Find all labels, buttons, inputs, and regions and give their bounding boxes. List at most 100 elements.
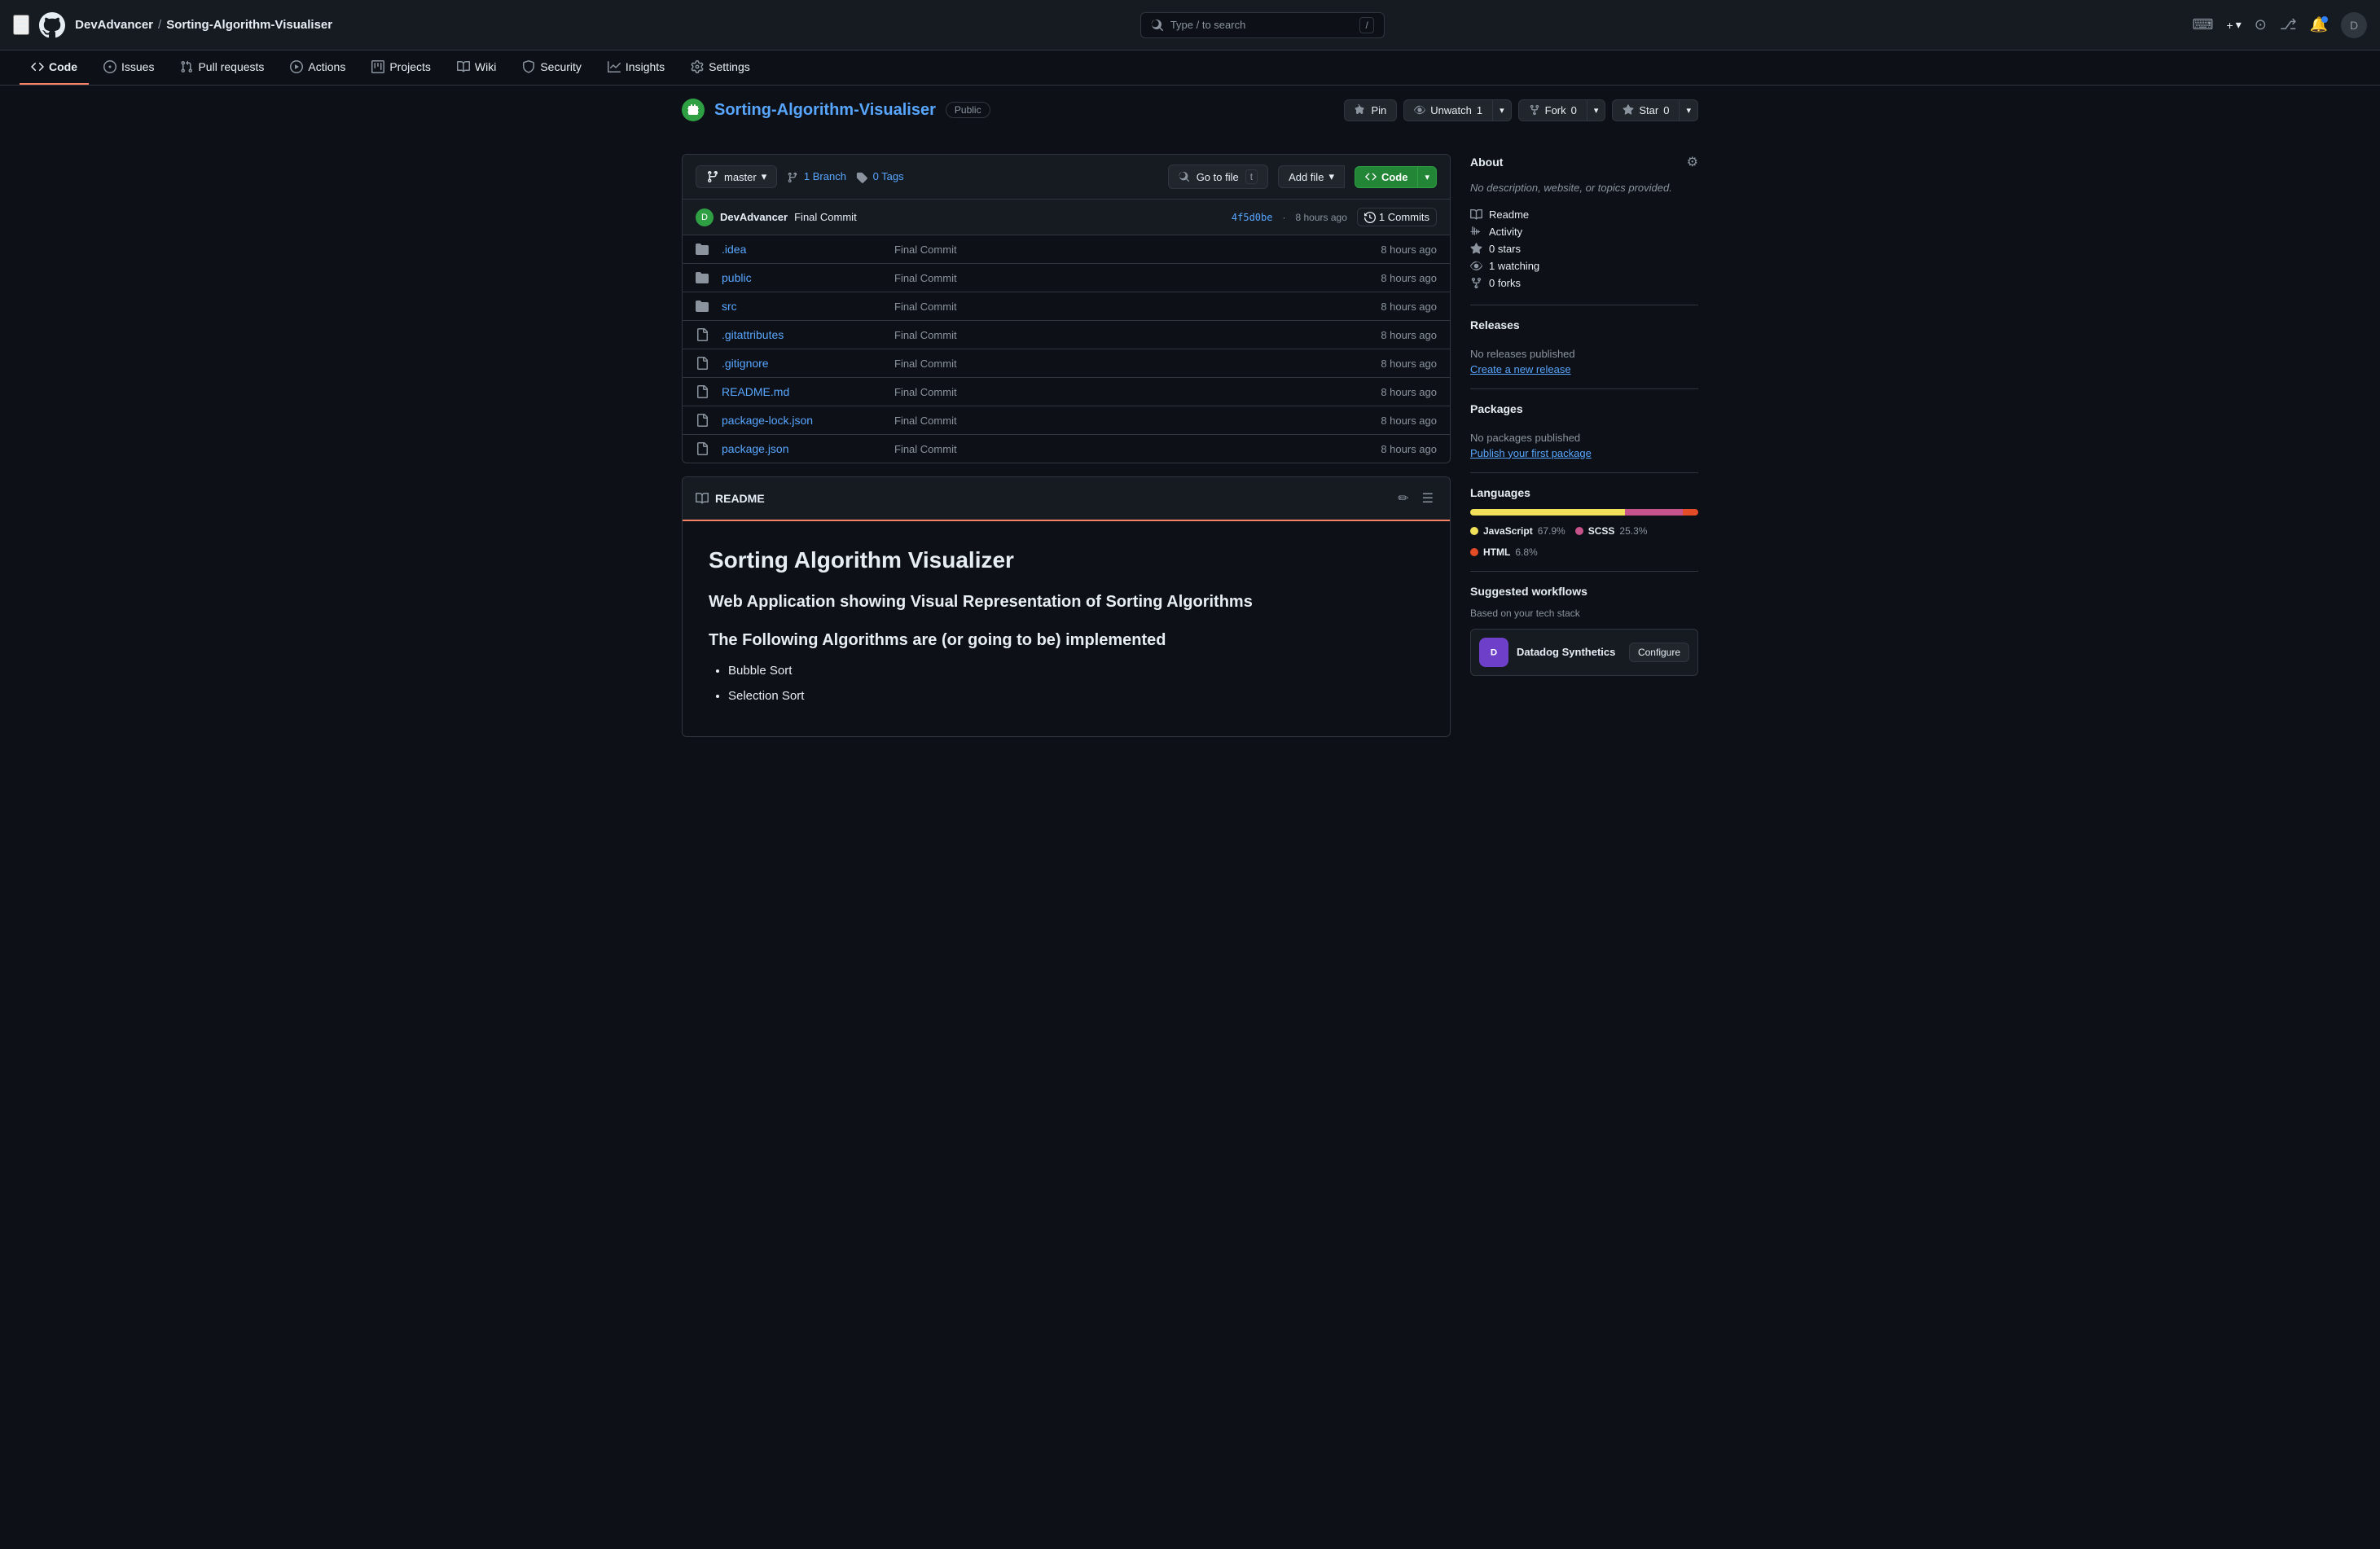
file-name[interactable]: .gitignore — [722, 357, 885, 370]
notifications-button[interactable]: 🔔 — [2310, 16, 2328, 33]
packages-none-text: No packages published — [1470, 432, 1698, 444]
tab-actions[interactable]: Actions — [279, 50, 357, 85]
search-bar[interactable]: Type / to search / — [1140, 12, 1385, 38]
about-link-readme[interactable]: Readme — [1470, 206, 1698, 223]
tab-settings[interactable]: Settings — [679, 50, 762, 85]
releases-create-link[interactable]: Create a new release — [1470, 363, 1698, 375]
breadcrumb: DevAdvancer / Sorting-Algorithm-Visualis… — [75, 18, 332, 32]
commit-hash[interactable]: 4f5d0be — [1232, 212, 1273, 223]
fork-count: 0 — [1571, 104, 1577, 116]
file-icon — [696, 442, 709, 455]
tab-actions-label: Actions — [308, 60, 345, 73]
file-name[interactable]: src — [722, 300, 885, 313]
about-link-activity[interactable]: Activity — [1470, 223, 1698, 240]
user-avatar[interactable]: D — [2341, 12, 2367, 38]
create-new-button[interactable]: + ▾ — [2227, 18, 2242, 32]
issues-button[interactable]: ⊙ — [2255, 16, 2267, 33]
code-dropdown[interactable]: ▾ — [1418, 166, 1437, 188]
fork-sidebar-icon — [1470, 277, 1482, 289]
about-title: About — [1470, 156, 1503, 169]
github-logo[interactable] — [39, 12, 65, 38]
file-name[interactable]: public — [722, 271, 885, 284]
file-browser: master ▾ 1 Branch 0 Tags Go to file — [682, 154, 1451, 463]
edit-readme-button[interactable]: ✏ — [1394, 487, 1412, 510]
file-name[interactable]: package.json — [722, 442, 885, 455]
readme-label: README — [715, 492, 765, 505]
lang-pct: 25.3% — [1619, 525, 1647, 537]
file-name[interactable]: package-lock.json — [722, 414, 885, 427]
tab-issues[interactable]: Issues — [92, 50, 165, 85]
tab-code[interactable]: Code — [20, 50, 89, 85]
tab-wiki[interactable]: Wiki — [446, 50, 507, 85]
tab-projects[interactable]: Projects — [360, 50, 442, 85]
file-icon — [696, 385, 709, 398]
svg-text:D: D — [1491, 647, 1497, 657]
hamburger-menu[interactable]: ☰ — [13, 15, 29, 35]
tab-insights[interactable]: Insights — [596, 50, 676, 85]
file-icon — [696, 414, 709, 427]
left-content: master ▾ 1 Branch 0 Tags Go to file — [682, 154, 1451, 737]
repo-name[interactable]: Sorting-Algorithm-Visualiser — [714, 101, 936, 120]
file-list: .idea Final Commit 8 hours ago public Fi… — [683, 235, 1450, 463]
tab-issues-label: Issues — [121, 60, 154, 73]
branch-bar: master ▾ 1 Branch 0 Tags Go to file — [683, 155, 1450, 200]
lang-dot-javascript — [1470, 527, 1478, 535]
branch-count-link[interactable]: 1 Branch — [804, 170, 846, 182]
breadcrumb-owner[interactable]: DevAdvancer — [75, 18, 153, 32]
wiki-icon — [457, 60, 470, 73]
readme-header: README ✏ ☰ — [683, 477, 1450, 521]
fork-dropdown[interactable]: ▾ — [1587, 99, 1606, 121]
repo-avatar — [682, 99, 705, 121]
about-link-watching[interactable]: 1 watching — [1470, 257, 1698, 274]
unwatch-button[interactable]: Unwatch 1 — [1403, 99, 1493, 121]
star-sidebar-icon — [1470, 243, 1482, 255]
file-commit-message: Final Commit — [894, 386, 1329, 398]
commits-link[interactable]: 1 Commits — [1357, 208, 1437, 226]
file-time: 8 hours ago — [1339, 443, 1437, 455]
about-link-stars[interactable]: 0 stars — [1470, 240, 1698, 257]
table-row: package-lock.json Final Commit 8 hours a… — [683, 406, 1450, 435]
releases-none-text: No releases published — [1470, 348, 1698, 360]
breadcrumb-repo[interactable]: Sorting-Algorithm-Visualiser — [166, 18, 332, 32]
tab-pull-requests[interactable]: Pull requests — [169, 50, 275, 85]
readme-toc-button[interactable]: ☰ — [1419, 487, 1437, 510]
table-row: package.json Final Commit 8 hours ago — [683, 435, 1450, 463]
pull-requests-button[interactable]: ⎇ — [2280, 16, 2297, 33]
nav-center: Type / to search / — [342, 12, 2182, 38]
tab-security[interactable]: Security — [511, 50, 593, 85]
commit-avatar: D — [696, 208, 714, 226]
packages-publish-link[interactable]: Publish your first package — [1470, 447, 1698, 459]
branch-count: 1 Branch — [787, 170, 846, 183]
workflow-card: D Datadog Synthetics Configure — [1470, 629, 1698, 676]
file-commit-message: Final Commit — [894, 443, 1329, 455]
add-file-button[interactable]: Add file ▾ — [1278, 165, 1345, 188]
tag-count-link[interactable]: 0 Tags — [873, 170, 904, 182]
pin-button[interactable]: Pin — [1344, 99, 1397, 121]
fork-button-group: Fork 0 ▾ — [1518, 99, 1606, 121]
star-button[interactable]: Star 0 — [1612, 99, 1680, 121]
branch-icon — [706, 170, 719, 183]
configure-button[interactable]: Configure — [1629, 643, 1689, 662]
insights-icon — [608, 60, 621, 73]
table-row: .idea Final Commit 8 hours ago — [683, 235, 1450, 264]
go-to-file-label: Go to file — [1197, 171, 1239, 183]
eye-icon — [1414, 104, 1425, 116]
star-dropdown[interactable]: ▾ — [1680, 99, 1698, 121]
packages-header: Packages — [1470, 402, 1698, 422]
go-to-file-button[interactable]: Go to file t — [1168, 165, 1268, 189]
file-name[interactable]: .gitattributes — [722, 328, 885, 341]
breadcrumb-separator: / — [158, 18, 161, 32]
file-type-icon — [696, 270, 712, 285]
unwatch-dropdown[interactable]: ▾ — [1493, 99, 1512, 121]
fork-button[interactable]: Fork 0 — [1518, 99, 1587, 121]
about-gear-icon[interactable]: ⚙ — [1687, 154, 1698, 170]
terminal-button[interactable]: ⌨ — [2193, 16, 2214, 33]
workflows-title: Suggested workflows — [1470, 585, 1587, 598]
branch-count-icon — [787, 172, 798, 183]
file-name[interactable]: README.md — [722, 385, 885, 398]
branch-selector[interactable]: master ▾ — [696, 165, 777, 188]
commit-author-name[interactable]: DevAdvancer — [720, 211, 788, 223]
about-link-forks[interactable]: 0 forks — [1470, 274, 1698, 292]
file-name[interactable]: .idea — [722, 243, 885, 256]
code-button[interactable]: Code — [1355, 166, 1419, 188]
